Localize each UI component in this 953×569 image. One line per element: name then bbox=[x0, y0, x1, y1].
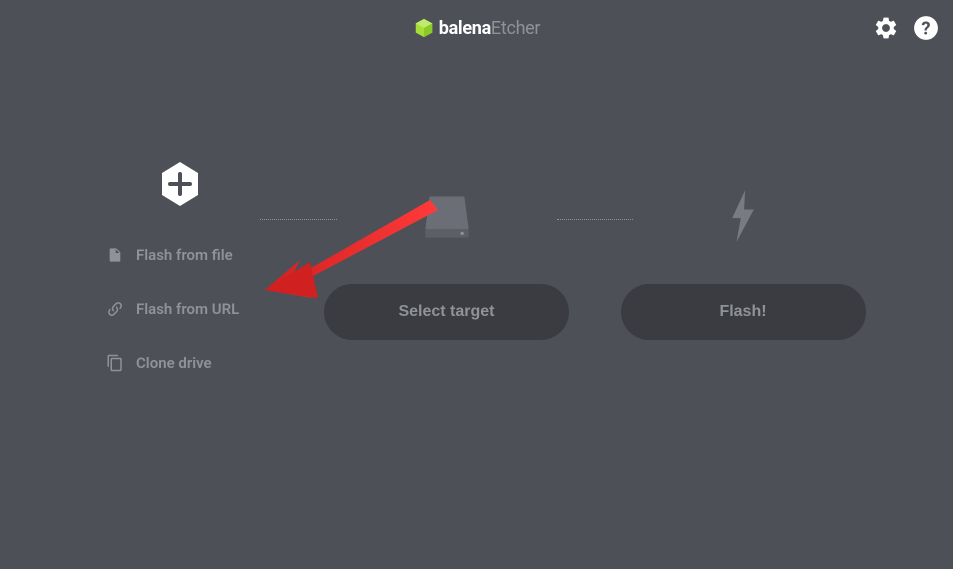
select-target-button[interactable]: Select target bbox=[324, 284, 569, 340]
flash-from-file-option[interactable]: Flash from file bbox=[100, 246, 260, 264]
source-options: Flash from file Flash from URL bbox=[100, 246, 260, 372]
gear-icon[interactable] bbox=[873, 15, 899, 41]
app-logo: balenaEtcher bbox=[413, 17, 540, 39]
step-flash: Flash! bbox=[633, 188, 853, 340]
steps-row: Flash from file Flash from URL bbox=[0, 156, 953, 372]
main-content: Flash from file Flash from URL bbox=[0, 56, 953, 372]
connector-2 bbox=[557, 219, 634, 220]
help-icon[interactable]: ? bbox=[913, 15, 939, 41]
flash-button[interactable]: Flash! bbox=[621, 284, 866, 340]
connector-1 bbox=[260, 219, 337, 220]
link-icon bbox=[106, 300, 124, 318]
flash-from-file-label: Flash from file bbox=[136, 246, 233, 264]
file-icon bbox=[106, 246, 124, 264]
header: balenaEtcher ? bbox=[0, 0, 953, 56]
clone-drive-option[interactable]: Clone drive bbox=[100, 354, 260, 372]
step-source: Flash from file Flash from URL bbox=[100, 156, 260, 372]
flash-from-url-label: Flash from URL bbox=[136, 300, 239, 318]
flash-bolt-icon bbox=[715, 188, 771, 244]
plus-hex-icon bbox=[152, 156, 208, 212]
logo-box-icon bbox=[413, 17, 435, 39]
clone-icon bbox=[106, 354, 124, 372]
flash-from-url-option[interactable]: Flash from URL bbox=[100, 300, 260, 318]
clone-drive-label: Clone drive bbox=[136, 354, 212, 372]
drive-icon bbox=[419, 188, 475, 244]
header-icons: ? bbox=[873, 15, 939, 41]
step-target: Select target bbox=[337, 188, 557, 340]
logo-text: balenaEtcher bbox=[439, 18, 540, 39]
svg-text:?: ? bbox=[921, 19, 930, 40]
